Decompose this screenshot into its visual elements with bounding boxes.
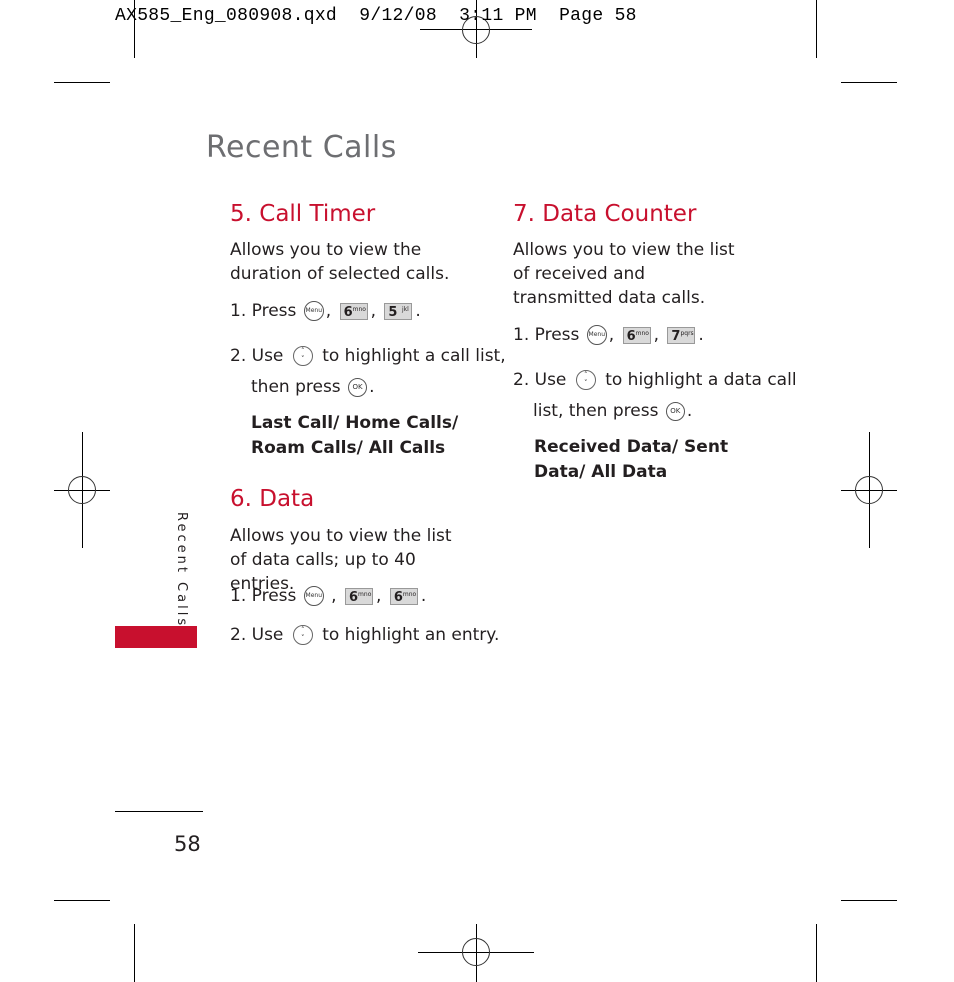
crop-mark xyxy=(816,0,817,58)
key-6-icon: 6mno xyxy=(389,587,418,605)
crop-mark xyxy=(54,900,110,901)
page-number: 58 xyxy=(174,832,201,856)
menu-key-icon: Menu xyxy=(303,586,324,606)
page-title: Recent Calls xyxy=(206,130,397,165)
section-heading-call-timer: 5. Call Timer xyxy=(230,201,376,227)
call-timer-step-2: 2. Use ˄ ˅ to highlight a call list, xyxy=(230,346,506,366)
key-7-icon: 7pqrs xyxy=(667,326,696,344)
menu-key-icon: Menu xyxy=(303,301,324,321)
nav-key-icon: ˄ ˅ xyxy=(292,346,313,366)
nav-key-icon: ˄ ˅ xyxy=(575,370,596,390)
crop-mark xyxy=(134,924,135,982)
print-slug: AX585_Eng_080908.qxd 9/12/08 3:11 PM Pag… xyxy=(115,6,637,26)
key-6-icon: 6mno xyxy=(339,302,368,320)
menu-key-icon: Menu xyxy=(586,325,607,345)
data-counter-step-1: 1. Press Menu, 6mno, 7pqrs. xyxy=(513,325,704,345)
key-6-icon: 6mno xyxy=(345,587,373,605)
data-counter-description: Allows you to view the list of received … xyxy=(513,240,735,308)
section-heading-data: 6. Data xyxy=(230,486,315,512)
crop-mark xyxy=(841,900,897,901)
data-step-2: 2. Use ˄ ˅ to highlight an entry. xyxy=(230,625,500,645)
data-counter-options: Received Data/ Sent Data/ All Data xyxy=(534,437,729,482)
crop-mark xyxy=(841,82,897,83)
call-timer-description: Allows you to view the duration of selec… xyxy=(230,240,450,284)
call-timer-step-2-cont: then press OK. xyxy=(251,377,375,397)
call-timer-options: Last Call/ Home Calls/ Roam Calls/ All C… xyxy=(251,413,459,458)
crop-mark xyxy=(816,924,817,982)
data-step-1: 1. Press Menu , 6mno, 6mno. xyxy=(230,586,427,606)
section-heading-data-counter: 7. Data Counter xyxy=(513,201,697,227)
ok-key-icon: OK xyxy=(665,401,685,421)
side-tab-label: Recent Calls xyxy=(174,512,189,629)
side-tab-bar xyxy=(115,626,197,648)
call-timer-step-1: 1. Press Menu, 6mno, 5 jkl. xyxy=(230,301,421,321)
data-counter-step-2: 2. Use ˄ ˅ to highlight a data call xyxy=(513,370,797,390)
key-5-icon: 5 jkl xyxy=(384,302,413,320)
key-6-icon: 6mno xyxy=(622,326,651,344)
nav-key-icon: ˄ ˅ xyxy=(292,625,313,645)
crop-mark xyxy=(54,82,110,83)
footer-rule xyxy=(115,811,203,812)
data-counter-step-2-cont: list, then press OK. xyxy=(533,401,693,421)
ok-key-icon: OK xyxy=(348,377,368,397)
